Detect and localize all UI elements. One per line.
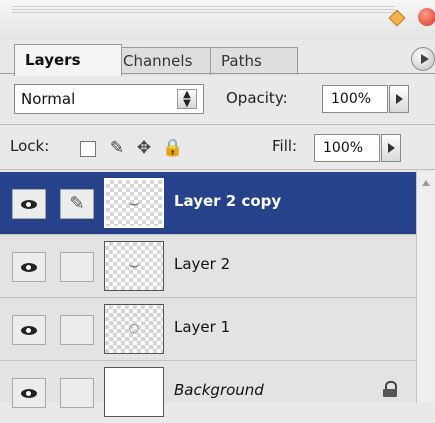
visibility-eye-icon[interactable] [12, 252, 46, 282]
thumbnail-content: ⌣ [128, 254, 140, 275]
lock-fill-row: Lock: ✎ ✥ 🔒 Fill: 100% [0, 130, 435, 164]
layer-row[interactable]: Background [0, 361, 416, 423]
layer-row[interactable]: ⌣ Layer 2 [0, 235, 416, 297]
lock-move-icon[interactable]: ✥ [135, 139, 153, 157]
lock-transparent-icon[interactable] [80, 141, 96, 157]
lock-label: Lock: [10, 137, 50, 155]
fill-label: Fill: [272, 137, 298, 155]
link-box[interactable] [60, 315, 94, 345]
drag-grip[interactable] [12, 6, 395, 15]
fill-slider-button[interactable] [381, 134, 401, 162]
layers-list: ✎ ⌣ Layer 2 copy ⌣ Layer 2 ○ Layer 1 Bac… [0, 172, 435, 417]
layer-lock-icon [383, 381, 397, 397]
divider [0, 169, 435, 170]
panel-title-bar[interactable] [0, 0, 435, 40]
panel-tabs: Layers Channels Paths [14, 44, 435, 76]
layer-name[interactable]: Background [174, 381, 264, 399]
blend-mode-value: Normal [21, 90, 76, 108]
blend-opacity-row: Normal ▲ ▼ Opacity: 100% [14, 84, 435, 116]
layer-row[interactable]: ○ Layer 1 [0, 298, 416, 360]
layer-thumbnail: ○ [104, 304, 164, 354]
layers-scrollbar[interactable] [416, 172, 435, 403]
blend-mode-select[interactable]: Normal ▲ ▼ [14, 84, 204, 114]
tab-label: Channels [123, 52, 193, 70]
fill-input[interactable]: 100% [314, 134, 380, 162]
opacity-label: Opacity: [226, 89, 288, 107]
tab-layers[interactable]: Layers [14, 44, 122, 76]
visibility-eye-icon[interactable] [12, 378, 46, 408]
panel-menu-button[interactable] [411, 47, 435, 71]
divider [0, 124, 435, 125]
layer-name[interactable]: Layer 2 copy [174, 192, 281, 210]
layer-thumbnail: ⌣ [104, 178, 164, 228]
visibility-eye-icon[interactable] [12, 189, 46, 219]
layer-thumbnail [104, 367, 164, 417]
tab-label: Layers [25, 51, 81, 69]
thumbnail-content: ⌣ [128, 192, 140, 213]
link-box[interactable] [60, 378, 94, 408]
lock-brush-icon[interactable]: ✎ [108, 139, 126, 157]
layer-name[interactable]: Layer 1 [174, 318, 230, 336]
layer-thumbnail: ⌣ [104, 241, 164, 291]
thumbnail-content: ○ [128, 321, 140, 335]
tab-channels[interactable]: Channels [112, 47, 220, 75]
close-button[interactable] [418, 8, 435, 26]
lock-all-icon[interactable]: 🔒 [162, 139, 183, 157]
visibility-eye-icon[interactable] [12, 315, 46, 345]
tab-label: Paths [221, 52, 262, 70]
opacity-slider-button[interactable] [389, 85, 409, 113]
link-box[interactable] [60, 252, 94, 282]
select-arrows-icon: ▲ ▼ [177, 89, 197, 109]
tab-paths[interactable]: Paths [210, 47, 298, 75]
brush-icon[interactable]: ✎ [60, 189, 94, 219]
layer-name[interactable]: Layer 2 [174, 255, 230, 273]
opacity-input[interactable]: 100% [322, 85, 388, 113]
layer-row[interactable]: ✎ ⌣ Layer 2 copy [0, 172, 416, 234]
